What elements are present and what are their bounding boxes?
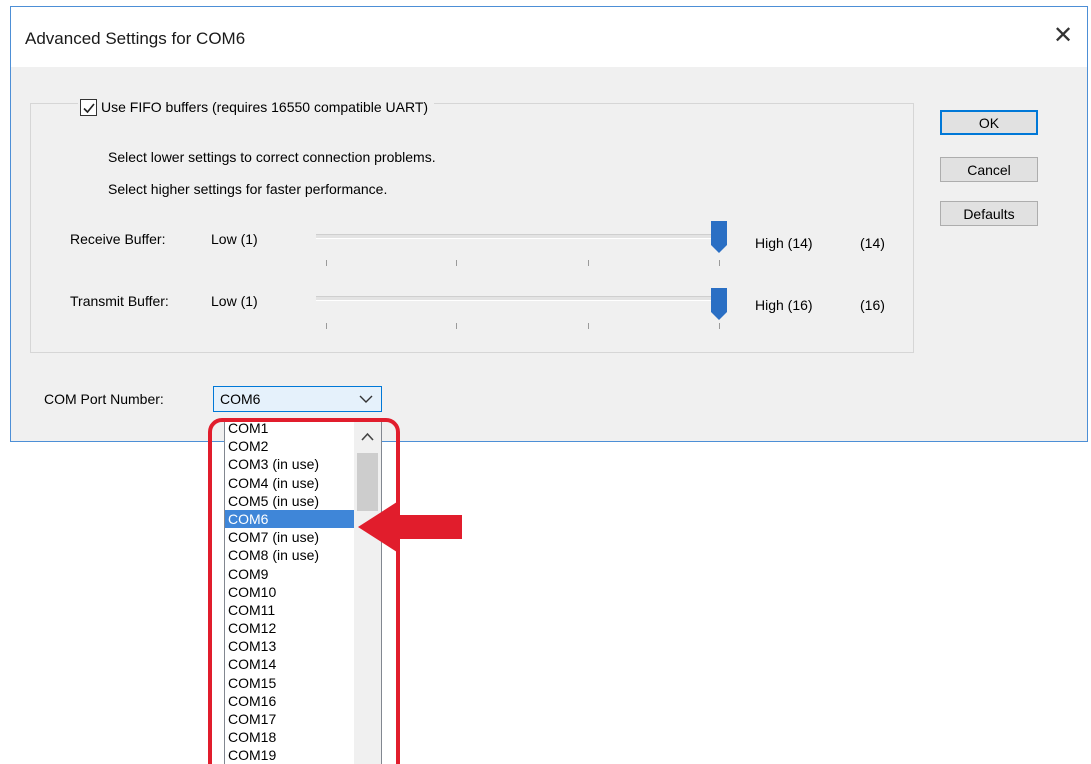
dropdown-scrollbar[interactable]: [354, 419, 381, 764]
receive-high-label: High (14): [755, 235, 813, 251]
com-port-option[interactable]: COM10: [225, 583, 354, 601]
com-port-option[interactable]: COM14: [225, 655, 354, 673]
receive-tick: [326, 260, 327, 266]
com-port-selected-value: COM6: [220, 391, 261, 407]
transmit-tick: [719, 323, 720, 329]
hint-higher: Select higher settings for faster perfor…: [108, 181, 388, 197]
receive-buffer-label: Receive Buffer:: [70, 231, 166, 247]
receive-tick: [588, 260, 589, 266]
com-port-option[interactable]: COM1: [225, 419, 354, 437]
transmit-tick: [326, 323, 327, 329]
com-port-option[interactable]: COM17: [225, 710, 354, 728]
receive-tick: [719, 260, 720, 266]
com-port-option[interactable]: COM2: [225, 437, 354, 455]
cancel-button[interactable]: Cancel: [940, 157, 1038, 182]
dialog-title: Advanced Settings for COM6: [25, 29, 246, 48]
transmit-high-label: High (16): [755, 297, 813, 313]
fifo-label: Use FIFO buffers (requires 16550 compati…: [101, 99, 429, 115]
transmit-low-label: Low (1): [211, 293, 258, 309]
transmit-value: (16): [860, 297, 885, 313]
fifo-group-box: [30, 103, 914, 353]
receive-value: (14): [860, 235, 885, 251]
com-port-option[interactable]: COM4 (in use): [225, 474, 354, 492]
fifo-checkbox-row[interactable]: Use FIFO buffers (requires 16550 compati…: [78, 95, 435, 119]
fifo-checkbox[interactable]: [80, 98, 97, 116]
receive-tick: [456, 260, 457, 266]
title-bar: Advanced Settings for COM6 ✕: [11, 7, 1087, 67]
hint-lower: Select lower settings to correct connect…: [108, 149, 436, 165]
com-port-option[interactable]: COM3 (in use): [225, 455, 354, 473]
transmit-slider-thumb[interactable]: [711, 288, 727, 320]
transmit-buffer-label: Transmit Buffer:: [70, 293, 169, 309]
receive-slider-track[interactable]: [316, 234, 720, 239]
ok-button[interactable]: OK: [940, 110, 1038, 135]
com-port-option[interactable]: COM15: [225, 674, 354, 692]
transmit-slider-track[interactable]: [316, 296, 720, 301]
com-port-option[interactable]: COM19: [225, 746, 354, 764]
com-port-dropdown-list[interactable]: COM1 COM2 COM3 (in use) COM4 (in use) COM5 (…: [224, 418, 382, 764]
receive-slider-thumb[interactable]: [711, 221, 727, 253]
com-port-option[interactable]: COM16: [225, 692, 354, 710]
com-port-option[interactable]: COM13: [225, 637, 354, 655]
left-arrow-icon: [358, 500, 462, 554]
com-port-option[interactable]: COM18: [225, 728, 354, 746]
com-port-option[interactable]: COM5 (in use): [225, 492, 354, 510]
transmit-tick: [588, 323, 589, 329]
defaults-button[interactable]: Defaults: [940, 201, 1038, 226]
com-port-option[interactable]: COM6: [225, 509, 354, 529]
com-port-option[interactable]: COM9: [225, 565, 354, 583]
com-port-option[interactable]: COM7 (in use): [225, 528, 354, 546]
close-icon[interactable]: ✕: [1039, 15, 1087, 55]
receive-low-label: Low (1): [211, 231, 258, 247]
com-port-option[interactable]: COM11: [225, 601, 354, 619]
checkmark-icon: [83, 102, 95, 113]
com-port-option[interactable]: COM12: [225, 619, 354, 637]
com-port-options: COM1 COM2 COM3 (in use) COM4 (in use) COM5 (…: [225, 419, 354, 764]
com-port-option[interactable]: COM8 (in use): [225, 546, 354, 564]
com-port-select[interactable]: COM6: [213, 386, 382, 412]
transmit-tick: [456, 323, 457, 329]
com-port-label: COM Port Number:: [44, 391, 164, 407]
chevron-down-icon: [359, 395, 373, 403]
chevron-up-icon[interactable]: [354, 423, 381, 451]
